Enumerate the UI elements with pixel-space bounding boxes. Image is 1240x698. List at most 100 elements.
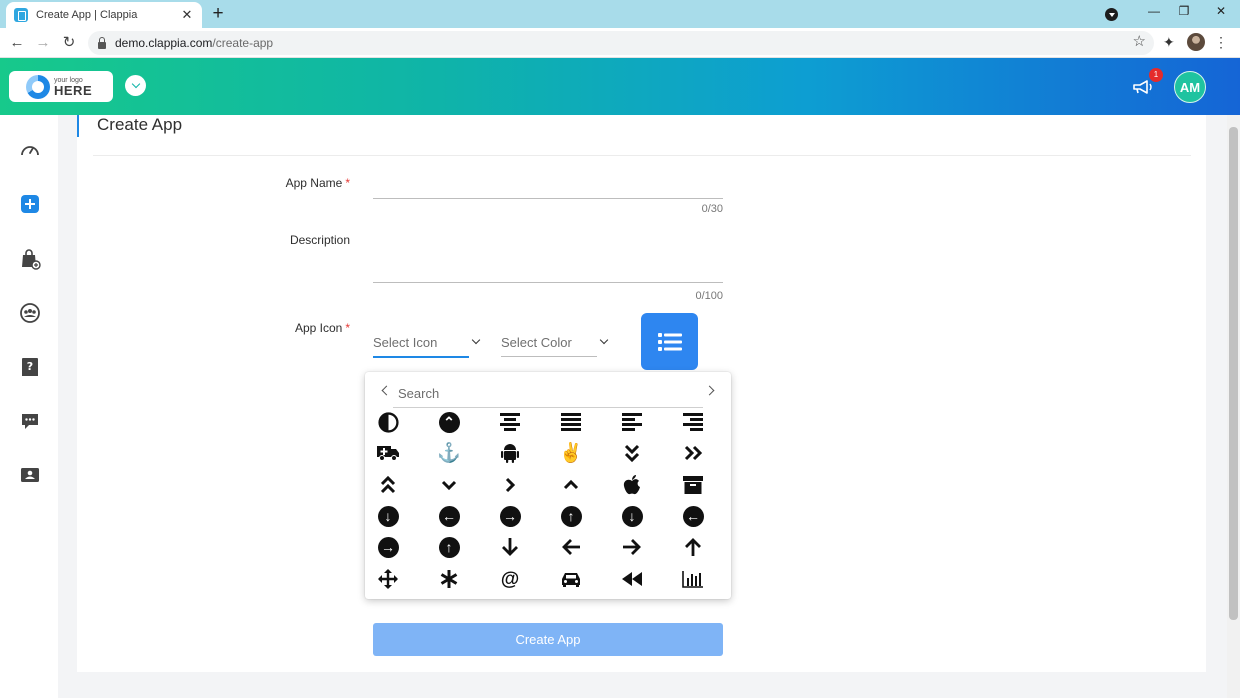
- angle-double-right-icon[interactable]: [679, 440, 707, 466]
- arrow-circle-down-icon[interactable]: ↓: [374, 503, 402, 529]
- arrow-down-icon[interactable]: [496, 534, 524, 560]
- new-tab-button[interactable]: +: [208, 3, 228, 25]
- icon-search-input[interactable]: Search: [398, 386, 439, 401]
- sidebar-item-users[interactable]: [19, 302, 41, 324]
- sidebar-item-apps[interactable]: [19, 248, 41, 270]
- align-left-icon[interactable]: [618, 409, 646, 435]
- logo-mark-icon: [26, 74, 50, 99]
- next-page-icon[interactable]: [704, 385, 715, 396]
- app-icon-label: App Icon *: [294, 321, 350, 335]
- angle-up-circle-icon[interactable]: ⌃: [435, 409, 463, 435]
- peace-hand-icon[interactable]: ✌: [557, 440, 585, 466]
- angle-double-up-icon[interactable]: [374, 472, 402, 498]
- arrow-circle-up-alt-icon[interactable]: ↑: [435, 534, 463, 560]
- required-marker: *: [345, 321, 350, 335]
- scrollbar-thumb[interactable]: [1229, 127, 1238, 620]
- help-book-icon: ?: [22, 358, 38, 376]
- close-window-button[interactable]: ✕: [1210, 4, 1232, 18]
- sidebar-item-chat[interactable]: [19, 410, 41, 432]
- select-color-dropdown[interactable]: Select Color: [501, 335, 572, 350]
- address-bar[interactable]: demo.clappia.com /create-app ☆: [88, 31, 1154, 55]
- car-icon[interactable]: [557, 566, 585, 592]
- sidebar-item-profile[interactable]: [19, 464, 41, 486]
- company-logo[interactable]: your logo HERE: [9, 71, 113, 102]
- arrow-circle-left-alt-icon[interactable]: ←: [679, 503, 707, 529]
- reload-icon[interactable]: ↻: [59, 32, 79, 54]
- arrow-up-icon[interactable]: [679, 534, 707, 560]
- tab-close-icon[interactable]: ✕: [180, 7, 194, 23]
- megaphone-icon[interactable]: [1132, 78, 1154, 96]
- asterisk-icon[interactable]: [435, 566, 463, 592]
- page-title: Create App: [97, 115, 183, 134]
- align-right-icon[interactable]: [679, 409, 707, 435]
- svg-text:?: ?: [27, 360, 33, 373]
- dashboard-gauge-icon: [21, 146, 39, 156]
- sidebar-item-dashboard[interactable]: [19, 140, 41, 162]
- adjust-icon[interactable]: [374, 409, 402, 435]
- bar-chart-icon[interactable]: [679, 566, 707, 592]
- create-app-button[interactable]: Create App: [373, 623, 723, 656]
- sidebar-item-create-app[interactable]: [19, 193, 41, 215]
- arrow-circle-right-alt-icon[interactable]: →: [374, 534, 402, 560]
- notification-badge: 1: [1149, 68, 1163, 82]
- extensions-puzzle-icon[interactable]: ✦: [1163, 34, 1175, 51]
- align-justify-icon[interactable]: [557, 409, 585, 435]
- angle-down-icon[interactable]: [435, 472, 463, 498]
- app-icon-preview: [641, 313, 698, 370]
- minimize-button[interactable]: —: [1143, 4, 1165, 18]
- users-group-icon: [20, 303, 40, 323]
- ambulance-icon[interactable]: [374, 440, 402, 466]
- select-color-underline: [501, 356, 597, 357]
- description-counter: 0/100: [695, 290, 723, 302]
- backward-icon[interactable]: [618, 566, 646, 592]
- align-center-icon[interactable]: [496, 409, 524, 435]
- browser-profile-avatar[interactable]: [1187, 33, 1205, 51]
- app-name-label: App Name *: [285, 176, 350, 190]
- search-underline: [393, 407, 703, 408]
- browser-tab[interactable]: Create App | Clappia ✕: [6, 2, 202, 28]
- browser-tab-bar: Create App | Clappia ✕ + — ❐ ✕: [0, 0, 1240, 28]
- chat-bubble-icon: [22, 414, 38, 429]
- add-square-icon: [21, 195, 39, 213]
- bookmark-star-icon[interactable]: ☆: [1133, 32, 1146, 50]
- angle-double-down-icon[interactable]: [618, 440, 646, 466]
- forward-arrow-icon[interactable]: →: [33, 32, 53, 54]
- angle-right-icon[interactable]: [496, 472, 524, 498]
- arrow-circle-right-icon[interactable]: →: [496, 503, 524, 529]
- clappia-favicon-icon: [14, 8, 28, 22]
- back-arrow-icon[interactable]: ←: [7, 32, 27, 54]
- select-icon-underline: [373, 356, 469, 358]
- angle-up-icon[interactable]: [557, 472, 585, 498]
- page-scrollbar[interactable]: [1227, 115, 1240, 698]
- sidebar-item-help[interactable]: ?: [19, 356, 41, 378]
- tab-title: Create App | Clappia: [36, 9, 138, 21]
- apple-icon[interactable]: [618, 472, 646, 498]
- arrow-circle-left-icon[interactable]: ←: [435, 503, 463, 529]
- android-icon[interactable]: [496, 440, 524, 466]
- url-domain: demo.clappia.com: [115, 36, 213, 50]
- lock-icon: [98, 36, 106, 49]
- select-icon-dropdown[interactable]: Select Icon: [373, 335, 437, 350]
- previous-page-icon[interactable]: [381, 385, 392, 396]
- media-indicator-icon[interactable]: [1105, 8, 1118, 21]
- arrow-left-icon[interactable]: [557, 534, 585, 560]
- logo-big-text: HERE: [54, 82, 93, 98]
- at-sign-icon[interactable]: @: [496, 566, 524, 592]
- description-input[interactable]: [373, 282, 723, 283]
- app-name-input[interactable]: [373, 198, 723, 199]
- title-divider: [93, 155, 1191, 156]
- user-avatar[interactable]: AM: [1174, 71, 1206, 103]
- required-marker: *: [345, 176, 350, 190]
- arrow-right-icon[interactable]: [618, 534, 646, 560]
- restore-button[interactable]: ❐: [1173, 4, 1195, 18]
- app-header: your logo HERE 1 AM: [0, 58, 1240, 115]
- archive-icon[interactable]: [679, 472, 707, 498]
- arrow-circle-up-icon[interactable]: ↑: [557, 503, 585, 529]
- list-icon: [657, 332, 682, 351]
- workspace-dropdown-button[interactable]: [125, 75, 146, 96]
- description-label: Description: [289, 233, 350, 247]
- anchor-icon[interactable]: ⚓: [435, 440, 463, 466]
- browser-menu-icon[interactable]: ⋮: [1214, 34, 1228, 51]
- arrow-circle-down-alt-icon[interactable]: ↓: [618, 503, 646, 529]
- arrows-move-icon[interactable]: [374, 566, 402, 592]
